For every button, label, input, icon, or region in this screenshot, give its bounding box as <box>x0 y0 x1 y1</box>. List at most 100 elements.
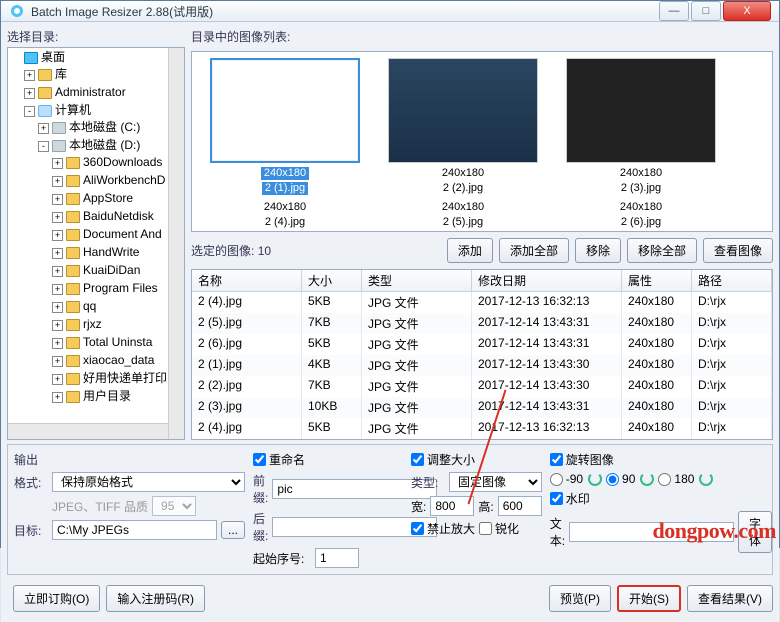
tree-folder[interactable]: qq <box>83 299 96 313</box>
folder-icon <box>38 87 52 99</box>
expand-icon[interactable]: + <box>52 356 63 367</box>
sharpen-checkbox[interactable]: 锐化 <box>479 520 519 537</box>
folder-icon <box>66 319 80 331</box>
expand-icon[interactable]: + <box>52 374 63 385</box>
col-path[interactable]: 路径 <box>692 270 772 291</box>
register-button[interactable]: 输入注册码(R) <box>106 585 205 612</box>
table-row[interactable]: 2 (4).jpg5KBJPG 文件2017-12-13 16:32:13240… <box>192 292 772 313</box>
expand-icon[interactable]: + <box>52 392 63 403</box>
tree-folder[interactable]: 好用快递单打印 <box>83 371 167 385</box>
thumbnail[interactable]: 240x1802 (4).jpg <box>206 199 364 229</box>
table-row[interactable]: 2 (3).jpg10KBJPG 文件2017-12-14 13:43:3124… <box>192 397 772 418</box>
minimize-button[interactable]: — <box>659 1 689 21</box>
start-button[interactable]: 开始(S) <box>617 585 681 612</box>
tree-drive-d[interactable]: 本地磁盘 (D:) <box>69 138 140 152</box>
tree-folder[interactable]: rjxz <box>83 317 102 331</box>
rotate-checkbox[interactable]: 旋转图像 <box>550 451 772 468</box>
height-input[interactable] <box>498 496 542 516</box>
resize-type-select[interactable]: 固定图像 <box>449 472 542 492</box>
tree-lib[interactable]: 库 <box>55 67 67 81</box>
start-input[interactable] <box>315 548 359 568</box>
tree-vscrollbar[interactable] <box>168 48 184 439</box>
expand-icon[interactable]: + <box>52 320 63 331</box>
titlebar[interactable]: Batch Image Resizer 2.88(试用版) — □ X <box>1 1 779 22</box>
table-row[interactable]: 2 (4).jpg5KBJPG 文件2017-12-13 16:32:13240… <box>192 418 772 439</box>
format-select[interactable]: 保持原始格式 <box>52 472 245 492</box>
table-row[interactable]: 2 (1).jpg4KBJPG 文件2017-12-14 13:43:30240… <box>192 355 772 376</box>
resize-checkbox[interactable]: 调整大小 <box>411 451 542 468</box>
watermark-checkbox[interactable]: 水印 <box>550 490 590 507</box>
output-title: 输出 <box>14 451 245 468</box>
expand-icon[interactable]: + <box>52 212 63 223</box>
tree-admin[interactable]: Administrator <box>55 85 126 99</box>
col-size[interactable]: 大小 <box>302 270 362 291</box>
expand-icon[interactable]: + <box>52 338 63 349</box>
tree-desktop[interactable]: 桌面 <box>41 50 65 64</box>
browse-button[interactable]: ... <box>221 521 245 539</box>
table-row[interactable]: 2 (5).jpg7KBJPG 文件2017-12-14 13:43:31240… <box>192 313 772 334</box>
thumb-name: 2 (1).jpg <box>262 182 308 195</box>
thumb-image <box>566 58 716 163</box>
expand-icon[interactable]: + <box>52 176 63 187</box>
thumbnail[interactable]: 240x1802 (6).jpg <box>562 199 720 229</box>
col-attr[interactable]: 属性 <box>622 270 692 291</box>
nozoom-checkbox[interactable]: 禁止放大 <box>411 520 475 537</box>
tree-folder[interactable]: Document And <box>83 227 162 241</box>
preview-button[interactable]: 预览(P) <box>549 585 611 612</box>
rotate-p90[interactable]: 90 <box>606 472 654 486</box>
thumbnail[interactable]: 240x1802 (1).jpg <box>206 58 364 195</box>
expand-icon[interactable]: + <box>24 88 35 99</box>
tree-folder[interactable]: KuaiDiDan <box>83 263 140 277</box>
view-result-button[interactable]: 查看结果(V) <box>687 585 773 612</box>
collapse-icon[interactable]: - <box>38 141 49 152</box>
col-type[interactable]: 类型 <box>362 270 472 291</box>
add-button[interactable]: 添加 <box>447 238 493 263</box>
thumbnail[interactable]: 240x1802 (3).jpg <box>562 58 720 195</box>
expand-icon[interactable]: + <box>52 158 63 169</box>
add-all-button[interactable]: 添加全部 <box>499 238 569 263</box>
expand-icon[interactable]: + <box>52 266 63 277</box>
tree-folder[interactable]: BaiduNetdisk <box>83 209 154 223</box>
tree-folder[interactable]: Program Files <box>83 281 158 295</box>
tree-folder[interactable]: HandWrite <box>83 245 139 259</box>
thumbnail[interactable]: 240x1802 (2).jpg <box>384 58 542 195</box>
tree-computer[interactable]: 计算机 <box>55 103 91 117</box>
rotate-m90[interactable]: -90 <box>550 472 602 486</box>
table-row[interactable]: 2 (6).jpg5KBJPG 文件2017-12-14 13:43:31240… <box>192 334 772 355</box>
folder-tree[interactable]: 桌面 + 库 + Administrator - 计算机 + 本地磁盘 (C:) - 本地… <box>7 47 185 440</box>
remove-button[interactable]: 移除 <box>575 238 621 263</box>
collapse-icon[interactable]: - <box>24 106 35 117</box>
watermark-text-input[interactable] <box>569 522 734 542</box>
order-button[interactable]: 立即订购(O) <box>13 585 100 612</box>
tree-folder[interactable]: AliWorkbenchD <box>83 173 165 187</box>
col-date[interactable]: 修改日期 <box>472 270 622 291</box>
dest-input[interactable] <box>52 520 217 540</box>
expand-icon[interactable]: + <box>52 248 63 259</box>
rotate-180[interactable]: 180 <box>658 472 713 486</box>
tree-folder[interactable]: xiaocao_data <box>83 353 154 367</box>
font-button[interactable]: 字体 <box>738 511 772 553</box>
tree-folder[interactable]: Total Uninsta <box>83 335 152 349</box>
folder-icon <box>66 175 80 187</box>
width-input[interactable] <box>430 496 474 516</box>
view-image-button[interactable]: 查看图像 <box>703 238 773 263</box>
tree-folder[interactable]: 用户目录 <box>83 389 131 403</box>
maximize-button[interactable]: □ <box>691 1 721 21</box>
remove-all-button[interactable]: 移除全部 <box>627 238 697 263</box>
close-button[interactable]: X <box>723 1 771 21</box>
expand-icon[interactable]: + <box>52 194 63 205</box>
expand-icon[interactable]: + <box>52 284 63 295</box>
expand-icon[interactable]: + <box>38 123 49 134</box>
expand-icon[interactable]: + <box>52 302 63 313</box>
tree-hscrollbar[interactable] <box>8 423 168 439</box>
table-header[interactable]: 名称 大小 类型 修改日期 属性 路径 <box>192 270 772 292</box>
table-row[interactable]: 2 (2).jpg7KBJPG 文件2017-12-14 13:43:30240… <box>192 376 772 397</box>
expand-icon[interactable]: + <box>24 70 35 81</box>
tree-folder[interactable]: AppStore <box>83 191 133 205</box>
rename-checkbox[interactable]: 重命名 <box>253 451 403 468</box>
expand-icon[interactable]: + <box>52 230 63 241</box>
col-name[interactable]: 名称 <box>192 270 302 291</box>
tree-folder[interactable]: 360Downloads <box>83 155 162 169</box>
thumbnail[interactable]: 240x1802 (5).jpg <box>384 199 542 229</box>
tree-drive-c[interactable]: 本地磁盘 (C:) <box>69 120 140 134</box>
